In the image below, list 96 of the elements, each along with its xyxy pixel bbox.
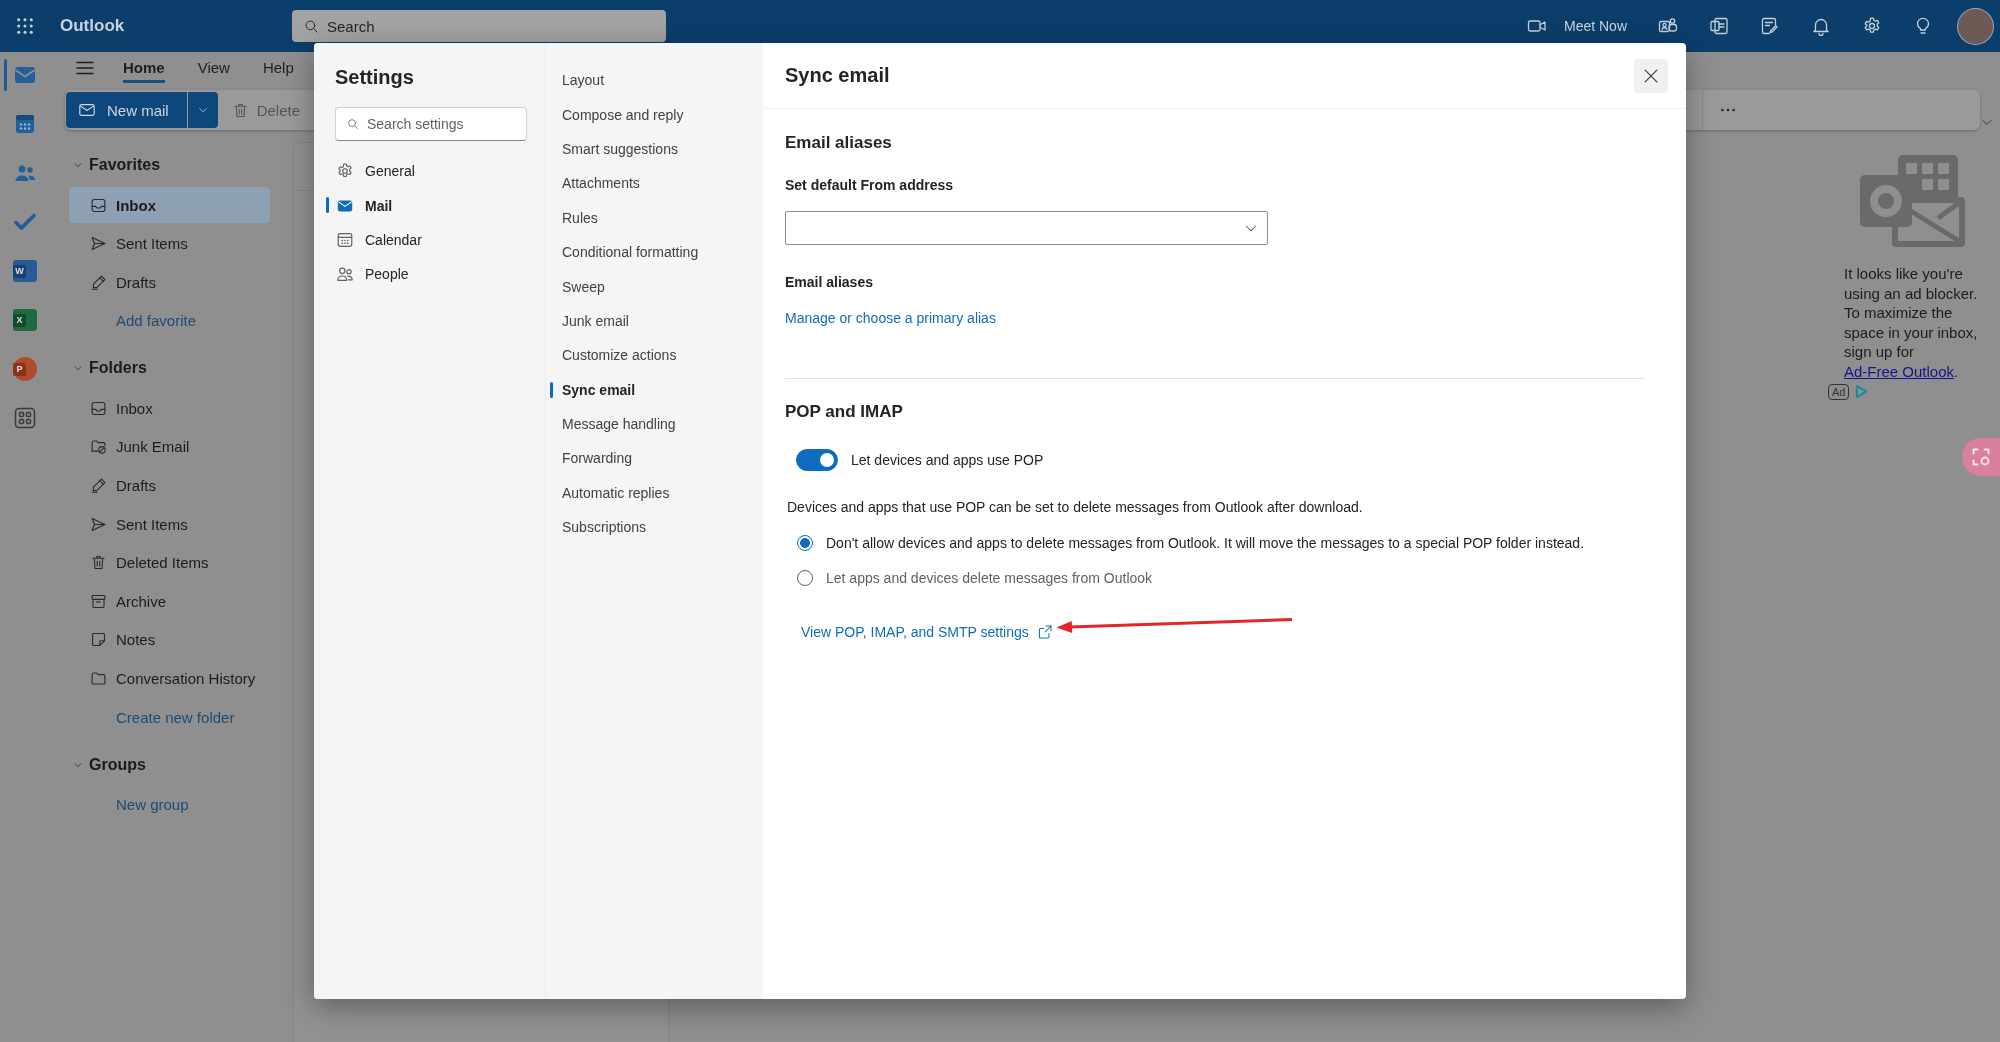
apps-grid-icon [13, 406, 37, 430]
settings-icon[interactable] [1862, 16, 1882, 36]
app-name: Outlook [60, 16, 126, 36]
settings-category[interactable]: People [322, 257, 537, 292]
settings-option[interactable]: Sync email [547, 372, 763, 407]
app-launcher-icon[interactable] [16, 17, 34, 35]
section-header[interactable]: Favorites [69, 147, 292, 183]
pencil-icon [90, 273, 107, 291]
translate-icon [1971, 447, 1991, 467]
pencil-icon [90, 477, 107, 495]
manage-alias-link[interactable]: Manage or choose a primary alias [785, 308, 996, 328]
calendar-icon [336, 230, 354, 249]
settings-option[interactable]: Smart suggestions [547, 131, 763, 167]
folder-item[interactable]: Sent Items [69, 506, 270, 543]
send-icon [90, 235, 107, 253]
translate-button[interactable] [1962, 438, 2000, 476]
folder-icon [90, 670, 107, 688]
section-header[interactable]: Groups [69, 746, 292, 783]
folder-item[interactable]: Sent Items [69, 225, 270, 262]
search-settings-field[interactable]: Search settings [335, 107, 527, 141]
search-icon [304, 18, 319, 34]
settings-option[interactable]: Attachments [547, 166, 763, 201]
trash-icon [231, 101, 249, 119]
excel-icon: X [13, 309, 37, 331]
radio-button[interactable] [797, 570, 813, 586]
settings-option[interactable]: Rules [547, 200, 763, 235]
section-heading: Email aliases [785, 132, 893, 154]
notebook-icon[interactable] [1709, 16, 1729, 36]
radio-label: Don't allow devices and apps to delete messages from Outlook. It will move the messages to a special POP folder instead. [826, 534, 1585, 553]
envelope-icon [78, 101, 96, 119]
word-icon: W [13, 260, 37, 282]
folder-item[interactable]: Conversation History [69, 660, 270, 697]
ad-badge: Ad [1828, 383, 1850, 400]
settings-option[interactable]: Layout [547, 63, 763, 98]
ad-message: It looks like you're using an ad blocker. To maximize the space in your inbox, sign up for Ad-Free Outlook. [1844, 264, 1979, 382]
rail-button[interactable]: W [4, 251, 37, 291]
meet-now-button[interactable]: Meet Now [1526, 16, 1627, 36]
note-pen-icon[interactable] [1760, 16, 1780, 36]
description-text: Devices and apps that use POP can be set to delete messages from Outlook after download. [787, 498, 1364, 517]
settings-option[interactable]: Forwarding [547, 441, 763, 476]
settings-category[interactable]: Calendar [322, 222, 537, 258]
people-icon [336, 265, 354, 284]
settings-option[interactable]: Junk email [547, 303, 763, 339]
ribbon-tab[interactable]: Help [262, 56, 294, 83]
folder-blocked-icon [90, 438, 107, 456]
folder-item[interactable]: Drafts [69, 264, 270, 301]
folder-item[interactable]: Drafts [69, 467, 270, 504]
settings-option[interactable]: Automatic replies [547, 475, 763, 511]
folder-item[interactable]: Junk Email [69, 428, 270, 465]
search-field[interactable]: Search [292, 10, 666, 42]
settings-option[interactable]: Conditional formatting [547, 234, 763, 270]
radio-button[interactable] [797, 535, 813, 551]
new-mail-dropdown-button[interactable] [187, 92, 218, 128]
ribbon-tab[interactable]: Home [123, 56, 165, 83]
close-button[interactable] [1634, 58, 1668, 93]
powerpoint-icon: P [13, 357, 37, 381]
new-mail-button[interactable]: New mail [66, 92, 187, 128]
settings-option[interactable]: Customize actions [547, 338, 763, 373]
settings-category[interactable]: Mail [322, 188, 537, 223]
section-header[interactable]: Folders [69, 350, 292, 387]
rail-button[interactable]: X [4, 300, 37, 340]
folder-item[interactable]: Inbox [69, 390, 270, 427]
toggle-switch[interactable] [796, 449, 838, 471]
send-icon [90, 515, 107, 533]
dialog-title: Settings [335, 65, 415, 90]
settings-category[interactable]: General [322, 154, 537, 189]
pop-settings-link[interactable]: View POP, IMAP, and SMTP settings [801, 622, 1053, 642]
settings-option[interactable]: Message handling [547, 406, 763, 442]
rail-button[interactable]: P [4, 349, 37, 389]
search-icon [347, 118, 359, 130]
inbox-icon [90, 196, 107, 214]
note-icon [90, 631, 107, 649]
settings-option[interactable]: Subscriptions [547, 510, 763, 545]
trash-icon [90, 554, 107, 572]
field-label: Set default From address [785, 176, 955, 195]
folder-item[interactable]: Deleted Items [69, 544, 270, 581]
settings-option[interactable]: Sweep [547, 269, 763, 304]
calendar-icon [13, 112, 37, 136]
field-label: Email aliases [785, 273, 874, 292]
folder-item[interactable]: Inbox [69, 187, 270, 223]
ribbon-tab[interactable]: View [197, 56, 230, 83]
folder-item[interactable]: Notes [69, 621, 270, 658]
settings-option[interactable]: Compose and reply [547, 97, 763, 132]
section-heading: POP and IMAP [785, 401, 904, 423]
external-link-icon [1036, 624, 1053, 640]
inbox-icon [90, 399, 107, 417]
avatar[interactable] [1958, 8, 1993, 44]
from-address-dropdown[interactable] [785, 211, 1268, 245]
chevron-down-icon [73, 160, 83, 170]
panel-title: Sync email [785, 64, 890, 87]
mail-logo-icon [1860, 155, 1965, 247]
folder-item[interactable]: Archive [69, 583, 270, 620]
archive-icon [90, 592, 107, 610]
toggle-label: Let devices and apps use POP [851, 451, 1044, 470]
bell-icon[interactable] [1811, 16, 1831, 36]
radio-label: Let apps and devices delete messages from Outlook [826, 569, 1153, 588]
